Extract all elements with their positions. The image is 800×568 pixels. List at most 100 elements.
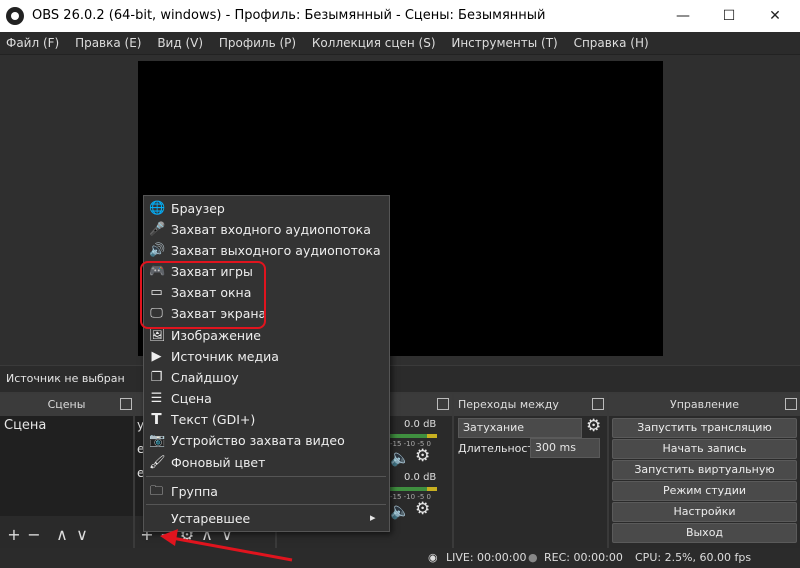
add-source-context-menu: 🌐 Браузер 🎤 Захват входного аудиопотока 🔊 З… (143, 195, 390, 532)
audio-meter (387, 487, 427, 491)
menu-edit[interactable]: Правка (E) (69, 32, 147, 54)
source-toolbar: Источник не выбран (0, 366, 800, 392)
transition-select[interactable]: Затухание (458, 418, 582, 438)
menu-item-label: Захват входного аудиопотока (171, 222, 371, 237)
start-streaming-button[interactable]: Запустить трансляцию (612, 418, 797, 438)
move-down-icon[interactable]: ∨ (72, 524, 92, 546)
image-icon: 🖼 (149, 328, 166, 343)
duration-input[interactable]: 300 ms (530, 438, 600, 458)
rec-icon: ● (528, 551, 538, 564)
close-button[interactable]: ✕ (752, 0, 798, 32)
menu-item-label: Слайдшоу (171, 370, 239, 385)
menu-item-audio-output[interactable]: 🔊 Захват выходного аудиопотока (144, 240, 389, 261)
transitions-dock: Переходы между сценами Затухание ⚙ Длите… (454, 394, 607, 548)
mixer-db-value: 0.0 dB (404, 419, 437, 430)
title-bar: OBS 26.0.2 (64-bit, windows) - Профиль: … (0, 0, 800, 32)
dock-float-icon[interactable] (592, 398, 604, 410)
submenu-arrow-icon: ▸ (370, 511, 376, 524)
dock-float-icon[interactable] (785, 398, 797, 410)
scenes-title: Сцены (47, 398, 86, 411)
transitions-header: Переходы между сценами (454, 394, 607, 433)
menu-item-label: Группа (171, 484, 218, 499)
menu-item-audio-input[interactable]: 🎤 Захват входного аудиопотока (144, 219, 389, 240)
camera-icon: 📷 (149, 433, 166, 448)
window-title: OBS 26.0.2 (64-bit, windows) - Профиль: … (32, 8, 546, 23)
transition-settings-icon[interactable]: ⚙ (586, 416, 601, 436)
menu-item-label: Сцена (171, 391, 212, 406)
start-virtual-camera-button[interactable]: Запустить виртуальную камеру (612, 460, 797, 494)
menu-separator (146, 504, 386, 505)
exit-button[interactable]: Выход (612, 523, 797, 543)
menu-item-label: Фоновый цвет (171, 455, 266, 470)
menu-item-scene[interactable]: ☰ Сцена (144, 388, 389, 409)
gear-icon[interactable]: ⚙ (415, 446, 430, 466)
audio-meter (387, 434, 427, 438)
play-icon: ▶ (151, 349, 162, 364)
menu-item-video-capture[interactable]: 📷 Устройство захвата видео (144, 430, 389, 451)
list-icon: ☰ (150, 391, 163, 406)
text-icon: T (151, 410, 162, 428)
menu-item-label: Текст (GDI+) (171, 412, 256, 427)
controls-header: Управление (609, 394, 800, 416)
controls-title: Управление (669, 398, 739, 411)
remove-scene-icon[interactable]: − (24, 524, 44, 546)
rec-status: REC: 00:00:00 (544, 551, 623, 564)
slideshow-icon: ❐ (150, 370, 163, 385)
menu-item-label: Устройство захвата видео (171, 433, 345, 448)
obs-logo-icon (6, 7, 24, 25)
speaker-icon: 🔊 (149, 243, 166, 258)
menu-item-text[interactable]: T Текст (GDI+) (144, 409, 389, 430)
duration-value: 300 ms (535, 441, 576, 454)
speaker-icon[interactable]: 🔈 (390, 448, 410, 467)
mixer-db-value: 0.0 dB (404, 472, 437, 483)
menu-separator (146, 476, 386, 477)
menu-item-browser[interactable]: 🌐 Браузер (144, 198, 389, 219)
scenes-dock: Сцены Сцена + − ∧ ∨ (0, 394, 133, 548)
source-status-text: Источник не выбран (6, 372, 125, 385)
menu-item-label: Захват выходного аудиопотока (171, 243, 381, 258)
menu-item-color-source[interactable]: 🖌 Фоновый цвет (144, 452, 389, 473)
menu-view[interactable]: Вид (V) (151, 32, 209, 54)
menu-profile[interactable]: Профиль (P) (213, 32, 302, 54)
transition-type-value: Затухание (463, 421, 525, 434)
speaker-icon[interactable]: 🔈 (390, 501, 410, 520)
menu-item-slideshow[interactable]: ❐ Слайдшоу (144, 367, 389, 388)
globe-icon: 🌐 (149, 201, 166, 216)
add-scene-icon[interactable]: + (4, 524, 24, 546)
settings-button[interactable]: Настройки (612, 502, 797, 522)
menu-item-deprecated[interactable]: Устаревшее ▸ (144, 508, 389, 529)
menu-item-label: Источник медиа (171, 349, 279, 364)
highlight-box (140, 261, 266, 329)
maximize-button[interactable]: ☐ (706, 0, 752, 32)
menu-help[interactable]: Справка (H) (568, 32, 655, 54)
scenes-header: Сцены (0, 394, 133, 416)
scenes-toolbar: + − ∧ ∨ (4, 524, 92, 546)
microphone-icon: 🎤 (149, 222, 166, 237)
studio-mode-button[interactable]: Режим студии (612, 481, 797, 501)
menu-file[interactable]: Файл (F) (0, 32, 65, 54)
menu-scene-collection[interactable]: Коллекция сцен (S) (306, 32, 442, 54)
scene-item[interactable]: Сцена (0, 416, 133, 435)
brush-icon: 🖌 (149, 455, 166, 470)
move-up-icon[interactable]: ∧ (52, 524, 72, 546)
audio-meter (427, 487, 437, 491)
live-status: LIVE: 00:00:00 (446, 551, 527, 564)
menu-item-group[interactable]: 🗀 Группа (144, 481, 389, 502)
cpu-status: CPU: 2.5%, 60.00 fps (635, 551, 752, 564)
minimize-button[interactable]: — (660, 0, 706, 32)
folder-icon: 🗀 (149, 484, 163, 499)
menu-item-label: Браузер (171, 201, 225, 216)
preview-area (0, 55, 800, 365)
menu-bar: Файл (F) Правка (E) Вид (V) Профиль (P) … (0, 32, 800, 55)
start-recording-button[interactable]: Начать запись (612, 439, 797, 459)
dock-float-icon[interactable] (437, 398, 449, 410)
scenes-list[interactable]: Сцена (0, 416, 133, 516)
gear-icon[interactable]: ⚙ (415, 499, 430, 519)
dock-float-icon[interactable] (120, 398, 132, 410)
status-bar: ◉ LIVE: 00:00:00 ● REC: 00:00:00 CPU: 2.… (0, 548, 800, 568)
audio-meter (427, 434, 437, 438)
menu-item-label: Устаревшее (171, 511, 251, 526)
menu-tools[interactable]: Инструменты (T) (445, 32, 563, 54)
menu-item-media-source[interactable]: ▶ Источник медиа (144, 346, 389, 367)
live-icon: ◉ (428, 551, 438, 564)
